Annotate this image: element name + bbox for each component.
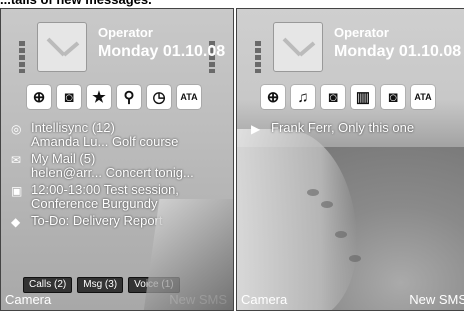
list-item-detail: Amanda Lu... Golf course [31,134,179,149]
msg-notification[interactable]: Msg (3) [77,277,124,293]
calls-notification[interactable]: Calls (2) [23,277,73,293]
list-item[interactable]: ◎ Intellisync (12) Amanda Lu... Golf cou… [11,121,231,149]
operator-name: Operator [98,25,153,40]
phone-screen-1: Operator Monday 01.10.08 ⊕ ◙ ★ ⚲ ◷ ATA ◎… [0,8,234,311]
list-item-detail: helen@arr... Concert tonig... [31,165,194,180]
softkey-left[interactable]: Camera [241,292,287,307]
date-label: Monday 01.10.08 [98,43,226,60]
star-icon[interactable]: ★ [87,85,111,109]
caption: ...tails of new messages. [0,0,464,8]
globe-icon[interactable]: ⊕ [27,85,51,109]
clock-icon [46,37,80,57]
shortcut-bar: ⊕ ♫ ◙ ▥ ◙ ATA [261,85,435,111]
globe-icon[interactable]: ⊕ [261,85,285,109]
footprint [349,255,361,262]
sync-icon: ◎ [11,122,22,136]
clock-icon[interactable]: ◷ [147,85,171,109]
ata-icon[interactable]: ATA [177,85,201,109]
signal-indicator [19,41,25,73]
operator-name: Operator [334,25,389,40]
clock-icon [282,37,316,57]
shortcut-bar: ⊕ ◙ ★ ⚲ ◷ ATA [27,85,201,111]
phone-screen-2: Operator Monday 01.10.08 ⊕ ♫ ◙ ▥ ◙ ATA ▶… [236,8,464,311]
calendar-icon: ▣ [11,184,23,198]
play-icon: ▶ [251,122,261,136]
folder-icon[interactable]: ◙ [57,85,81,109]
footprint [335,231,347,238]
search-icon[interactable]: ⚲ [117,85,141,109]
list-item-detail: Conference Burgundy [31,196,158,211]
calendar-icon[interactable]: ▥ [351,85,375,109]
footprint [321,201,333,208]
list-item[interactable]: ◆ To-Do: Delivery Report [11,213,231,230]
notification-list: ▶ Frank Ferr, Only this one [251,121,464,139]
list-item[interactable]: ▣ 12:00-13:00 Test session, Conference B… [11,183,231,211]
clock-widget [37,22,87,72]
ata-icon[interactable]: ATA [411,85,435,109]
list-item-title: Frank Ferr, Only this one [271,120,415,135]
music-icon[interactable]: ♫ [291,85,315,109]
voice-notification[interactable]: Voice (1) [128,277,180,293]
contacts-icon[interactable]: ◙ [381,85,405,109]
list-item[interactable]: ▶ Frank Ferr, Only this one [251,120,464,137]
list-item[interactable]: ✉ My Mail (5) helen@arr... Concert tonig… [11,152,231,180]
list-item-title: To-Do: Delivery Report [31,213,163,228]
folder-icon[interactable]: ◙ [321,85,345,109]
clock-widget [273,22,323,72]
softkey-left[interactable]: Camera [5,292,51,307]
footprint [307,189,319,196]
notification-list: ◎ Intellisync (12) Amanda Lu... Golf cou… [11,121,231,232]
list-item-title: Intellisync (12) [31,120,115,135]
notification-bar: Calls (2) Msg (3) Voice (1) [23,277,180,293]
softkey-right[interactable]: New SMS [169,292,227,307]
todo-icon: ◆ [11,215,21,229]
list-item-title: 12:00-13:00 Test session, [31,182,179,197]
mail-icon: ✉ [11,153,22,167]
list-item-title: My Mail (5) [31,151,96,166]
softkey-right[interactable]: New SMS [409,292,464,307]
date-label: Monday 01.10.08 [334,43,462,60]
signal-indicator [255,41,261,73]
